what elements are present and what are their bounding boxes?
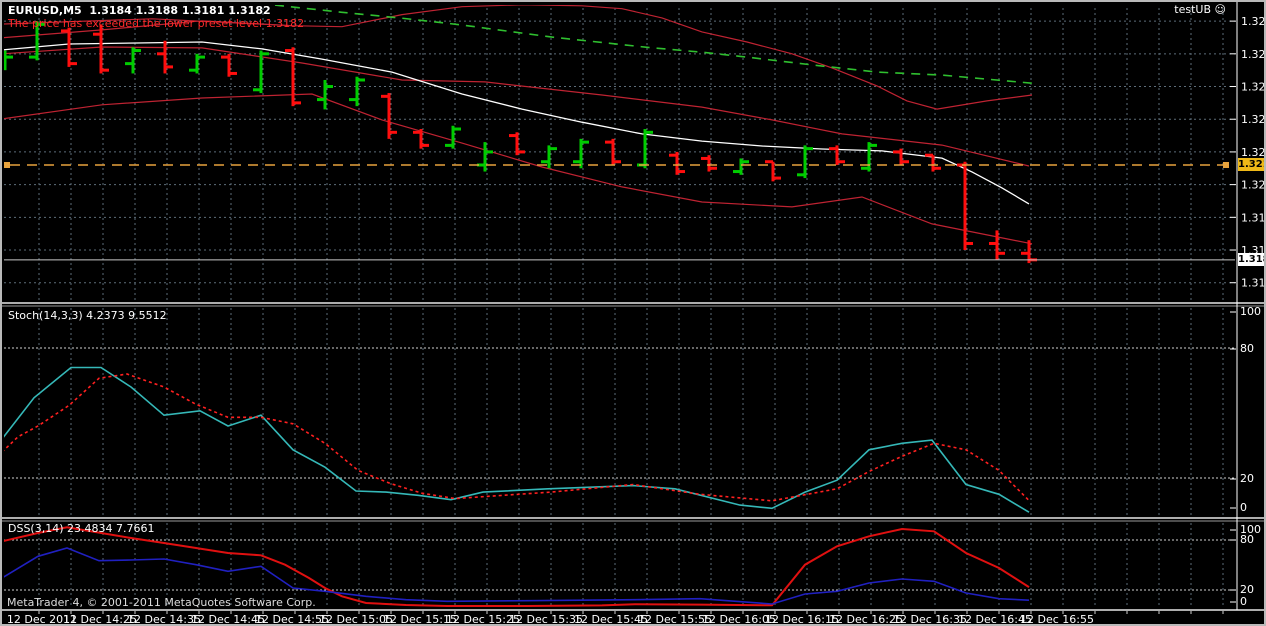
current-price-tag: 1.3182 — [1238, 253, 1266, 266]
time-axis-label: 12 Dec 16:55 — [1020, 613, 1094, 624]
yellow-level-handle-right[interactable] — [1223, 162, 1229, 168]
alert-message: The price has exceeded the lower preset … — [8, 18, 304, 30]
time-axis-label: 12 Dec 16:15 — [765, 613, 839, 624]
indicator-axis-label: 0 — [1240, 501, 1247, 514]
time-axis-label: 12 Dec 16:25 — [829, 613, 903, 624]
indicator-axis-label: 80 — [1240, 342, 1254, 355]
smiley-icon: ☺ — [1215, 3, 1226, 16]
chart-title: EURUSD,M5 1.3184 1.3188 1.3181 1.3182 — [8, 5, 271, 17]
time-axis-label: 12 Dec 15:45 — [574, 613, 648, 624]
indicator-axis-label: 0 — [1240, 595, 1247, 608]
symbol-timeframe-label: EURUSD,M5 — [8, 4, 82, 17]
price-axis-label: 1.3175 — [1241, 277, 1264, 290]
yellow-level-handle-left[interactable] — [4, 162, 10, 168]
copyright-label: MetaTrader 4, © 2001-2011 MetaQuotes Sof… — [7, 597, 316, 609]
ohlc-values: 1.3184 1.3188 1.3181 1.3182 — [89, 4, 270, 17]
price-axis-label: 1.3195 — [1241, 211, 1264, 224]
indicator-axis-label: 100 — [1240, 305, 1261, 318]
price-axis-label: 1.3215 — [1241, 146, 1264, 159]
price-axis-label: 1.3225 — [1241, 113, 1264, 126]
mt4-chart-window: 1.3255 1.3245 1.3235 1.3225 1.3215 1.3205 1.31… — [0, 0, 1266, 626]
time-axis-label: 12 Dec 14:25 — [63, 613, 137, 624]
time-axis-label: 12 Dec 14:35 — [127, 613, 201, 624]
yellow-level-price-tag: 1.3211 — [1238, 158, 1266, 171]
time-axis-label: 12 Dec 15:55 — [638, 613, 712, 624]
time-axis-labels: 12 Dec 201112 Dec 14:2512 Dec 14:3512 De… — [7, 613, 1094, 624]
time-axis-label: 12 Dec 16:35 — [893, 613, 967, 624]
price-axis-label: 1.3205 — [1241, 179, 1264, 192]
time-axis-label: 12 Dec 14:55 — [255, 613, 329, 624]
expert-advisor-label: testUB ☺ — [1174, 4, 1226, 16]
time-axis-label: 12 Dec 15:05 — [319, 613, 393, 624]
price-axis-label: 1.3255 — [1241, 15, 1264, 28]
stoch-indicator-label: Stoch(14,3,3) 4.2373 9.5512 — [8, 310, 167, 322]
indicator-axis-label: 80 — [1240, 533, 1254, 546]
indicator-axis-label: 20 — [1240, 472, 1254, 485]
price-axis-label: 1.3235 — [1241, 81, 1264, 94]
time-axis-label: 12 Dec 15:35 — [509, 613, 583, 624]
price-axis-label: 1.3245 — [1241, 48, 1264, 61]
dss-indicator-label: DSS(3,14) 23.4834 7.7661 — [8, 523, 154, 535]
chart-canvas[interactable]: 1.3255 1.3245 1.3235 1.3225 1.3215 1.3205 1.31… — [2, 2, 1264, 624]
time-axis-label: 12 Dec 14:45 — [191, 613, 265, 624]
